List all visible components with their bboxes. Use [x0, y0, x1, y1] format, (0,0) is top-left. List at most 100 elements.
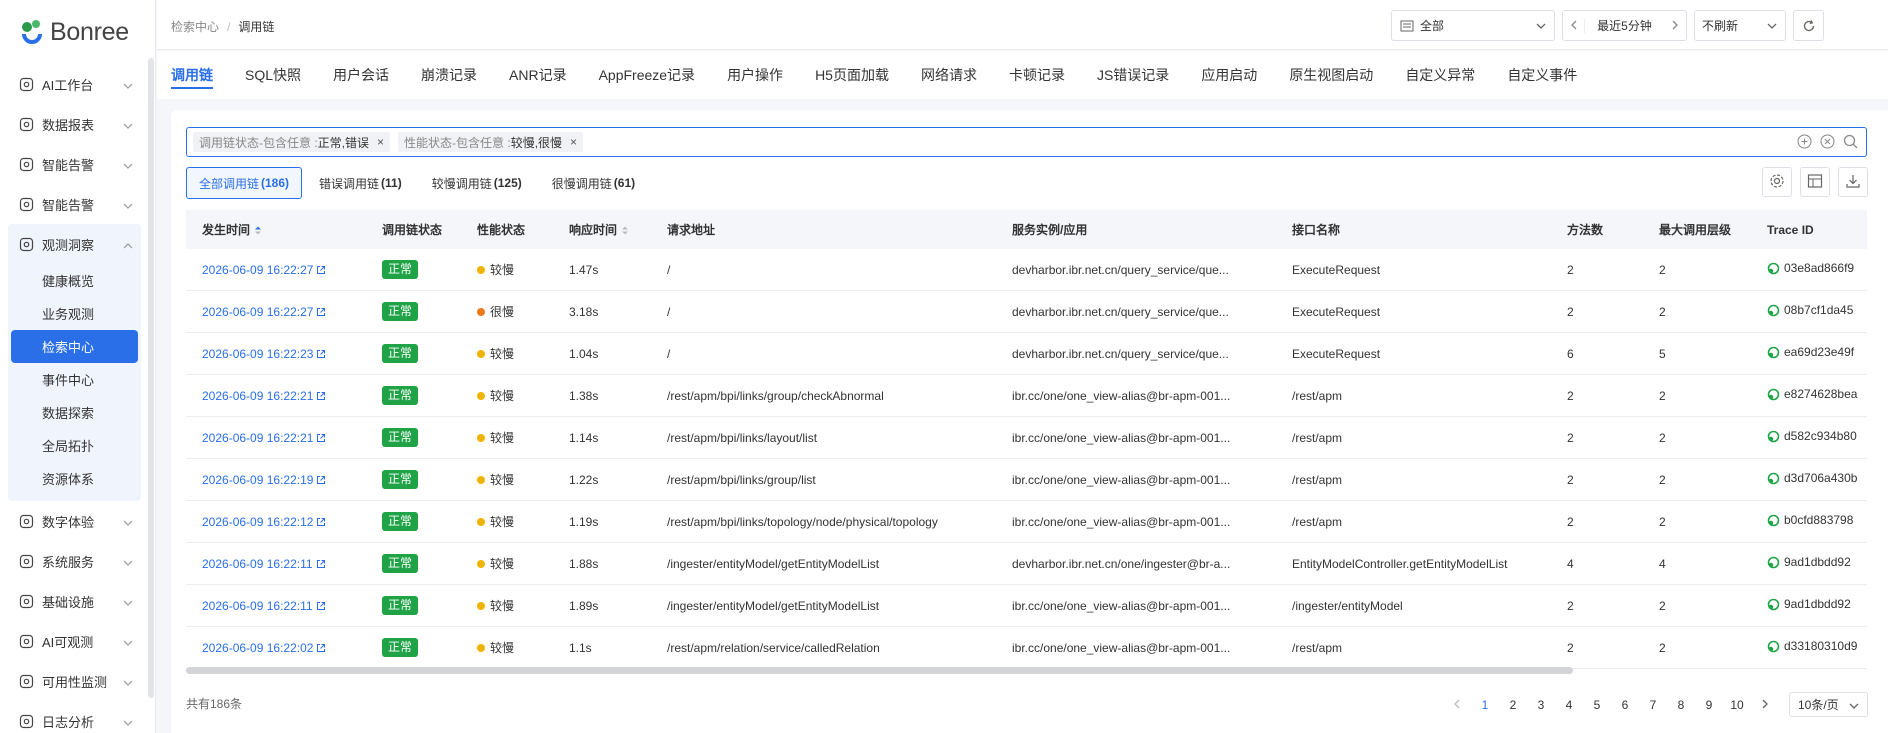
tab-9[interactable]: 卡顿记录	[1009, 51, 1065, 99]
table-row[interactable]: 2026-06-09 16:22:02 正常 较慢 1.1s/rest/apm/rel…	[186, 627, 1867, 669]
page-7[interactable]: 7	[1639, 698, 1667, 712]
page-size-select[interactable]: 10条/页	[1789, 692, 1868, 717]
sidebar-item-a0[interactable]: AI工作台	[8, 64, 141, 104]
search-icon[interactable]	[1843, 134, 1858, 152]
sidebar-item-b1[interactable]: 系统服务	[8, 541, 141, 581]
tab-4[interactable]: ANR记录	[509, 51, 567, 99]
sidebar-item-a3[interactable]: 智能告警	[8, 184, 141, 224]
sidebar-subitem[interactable]: 全局拓扑	[8, 429, 141, 462]
trace-id[interactable]: b0cfd883798	[1767, 513, 1853, 527]
sidebar-subitem[interactable]: 事件中心	[8, 363, 141, 396]
table-row[interactable]: 2026-06-09 16:22:11 正常 较慢 1.89s/ingester/en…	[186, 585, 1867, 627]
tab-11[interactable]: 应用启动	[1201, 51, 1257, 99]
column-config-button[interactable]	[1800, 167, 1830, 197]
app-select[interactable]: 全部	[1391, 10, 1555, 41]
tab-14[interactable]: 自定义事件	[1507, 51, 1577, 99]
tab-2[interactable]: 用户会话	[333, 51, 389, 99]
tab-1[interactable]: SQL快照	[245, 51, 301, 99]
sidebar-subitem[interactable]: 资源体系	[8, 462, 141, 495]
next-range-icon[interactable]	[1664, 19, 1686, 33]
table-row[interactable]: 2026-06-09 16:22:11 正常 较慢 1.88s/ingester/en…	[186, 543, 1867, 585]
tab-10[interactable]: JS错误记录	[1097, 51, 1169, 99]
trace-time-link[interactable]: 2026-06-09 16:22:12	[202, 515, 326, 529]
trace-time-link[interactable]: 2026-06-09 16:22:02	[202, 641, 326, 655]
trace-time-link[interactable]: 2026-06-09 16:22:11	[202, 599, 326, 613]
tab-6[interactable]: 用户操作	[727, 51, 783, 99]
sort-icon[interactable]	[621, 225, 629, 236]
page-1[interactable]: 1	[1471, 698, 1499, 712]
trace-id[interactable]: d3d706a430b	[1767, 471, 1857, 485]
tab-7[interactable]: H5页面加载	[815, 51, 889, 99]
page-9[interactable]: 9	[1695, 698, 1723, 712]
tab-0[interactable]: 调用链	[171, 51, 213, 99]
sidebar-item-a1[interactable]: 数据报表	[8, 104, 141, 144]
trace-id[interactable]: d582c934b80	[1767, 429, 1857, 443]
trace-id[interactable]: 08b7cf1da45	[1767, 303, 1853, 317]
trace-id[interactable]: 03e8ad866f9	[1767, 261, 1854, 275]
sidebar-item-b4[interactable]: 可用性监测	[8, 661, 141, 701]
trace-category-tab[interactable]: 错误调用链 (11)	[306, 167, 415, 199]
sidebar-item-b2[interactable]: 基础设施	[8, 581, 141, 621]
sidebar-subitem[interactable]: 业务观测	[8, 297, 141, 330]
sidebar-item-group0[interactable]: 观测洞察	[8, 224, 141, 264]
sidebar-item-b3[interactable]: AI可观测	[8, 621, 141, 661]
page-8[interactable]: 8	[1667, 698, 1695, 712]
trace-time-link[interactable]: 2026-06-09 16:22:23	[202, 347, 326, 361]
sidebar-item-b5[interactable]: 日志分析	[8, 701, 141, 733]
table-row[interactable]: 2026-06-09 16:22:21 正常 较慢 1.38s/rest/apm/bp…	[186, 375, 1867, 417]
table-row[interactable]: 2026-06-09 16:22:27 正常 较慢 1.47s / devharbor.i…	[186, 249, 1867, 291]
tab-13[interactable]: 自定义异常	[1405, 51, 1475, 99]
trace-time-link[interactable]: 2026-06-09 16:22:21	[202, 431, 326, 445]
trace-category-tab[interactable]: 较慢调用链 (125)	[419, 167, 535, 199]
sidebar-subitem[interactable]: 检索中心	[11, 330, 138, 363]
page-3[interactable]: 3	[1527, 698, 1555, 712]
page-10[interactable]: 10	[1723, 698, 1751, 712]
sidebar-item-b0[interactable]: 数字体验	[8, 501, 141, 541]
sidebar-item-a2[interactable]: 智能告警	[8, 144, 141, 184]
trace-id[interactable]: e8274628bea	[1767, 387, 1857, 401]
page-5[interactable]: 5	[1583, 698, 1611, 712]
trace-category-tab[interactable]: 很慢调用链 (61)	[539, 167, 648, 199]
table-row[interactable]: 2026-06-09 16:22:27 正常 很慢 3.18s / devharbor.i…	[186, 291, 1867, 333]
time-range-picker[interactable]: 最近5分钟	[1562, 10, 1687, 41]
tab-8[interactable]: 网络请求	[921, 51, 977, 99]
refresh-interval-select[interactable]: 不刷新	[1694, 10, 1786, 41]
remove-chip-icon[interactable]: ×	[570, 135, 577, 149]
tab-5[interactable]: AppFreeze记录	[599, 51, 695, 99]
page-2[interactable]: 2	[1499, 698, 1527, 712]
add-filter-icon[interactable]	[1797, 134, 1812, 152]
trace-id[interactable]: 9ad1dbdd92	[1767, 555, 1851, 569]
filter-bar[interactable]: 调用链状态-包含任意 : 正常,错误 × 性能状态-包含任意 : 较慢,很慢 ×	[186, 127, 1867, 157]
next-page-icon[interactable]	[1751, 698, 1779, 712]
trace-time-link[interactable]: 2026-06-09 16:22:27	[202, 305, 326, 319]
table-row[interactable]: 2026-06-09 16:22:19 正常 较慢 1.22s/rest/apm/bp…	[186, 459, 1867, 501]
remove-chip-icon[interactable]: ×	[377, 135, 384, 149]
sidebar-subitem[interactable]: 健康概览	[8, 264, 141, 297]
column-header-cell[interactable]: 发生时间	[186, 221, 366, 238]
trace-time-link[interactable]: 2026-06-09 16:22:21	[202, 389, 326, 403]
settings-button[interactable]	[1762, 167, 1792, 197]
tab-3[interactable]: 崩溃记录	[421, 51, 477, 99]
trace-category-tab[interactable]: 全部调用链 (186)	[186, 167, 303, 199]
refresh-button[interactable]	[1793, 10, 1824, 41]
column-header-cell[interactable]: 响应时间	[553, 221, 651, 238]
table-horizontal-scrollbar[interactable]	[186, 667, 1867, 675]
download-button[interactable]	[1838, 167, 1868, 197]
clear-filter-icon[interactable]	[1820, 134, 1835, 152]
table-row[interactable]: 2026-06-09 16:22:23 正常 较慢 1.04s / devharbor.i…	[186, 333, 1867, 375]
table-row[interactable]: 2026-06-09 16:22:12 正常 较慢 1.19s/rest/apm/bp…	[186, 501, 1867, 543]
trace-time-link[interactable]: 2026-06-09 16:22:27	[202, 263, 326, 277]
page-4[interactable]: 4	[1555, 698, 1583, 712]
sort-icon[interactable]	[254, 225, 262, 236]
page-6[interactable]: 6	[1611, 698, 1639, 712]
filter-chip[interactable]: 调用链状态-包含任意 : 正常,错误 ×	[193, 132, 391, 152]
tab-12[interactable]: 原生视图启动	[1289, 51, 1373, 99]
sidebar-scrollbar[interactable]	[148, 58, 154, 698]
trace-time-link[interactable]: 2026-06-09 16:22:11	[202, 557, 326, 571]
brand-logo[interactable]: Bonree	[0, 0, 155, 64]
trace-id[interactable]: ea69d23e49f	[1767, 345, 1854, 359]
prev-range-icon[interactable]	[1563, 18, 1585, 33]
prev-page-icon[interactable]	[1443, 698, 1471, 712]
trace-id[interactable]: 9ad1dbdd92	[1767, 597, 1851, 611]
sidebar-subitem[interactable]: 数据探索	[8, 396, 141, 429]
